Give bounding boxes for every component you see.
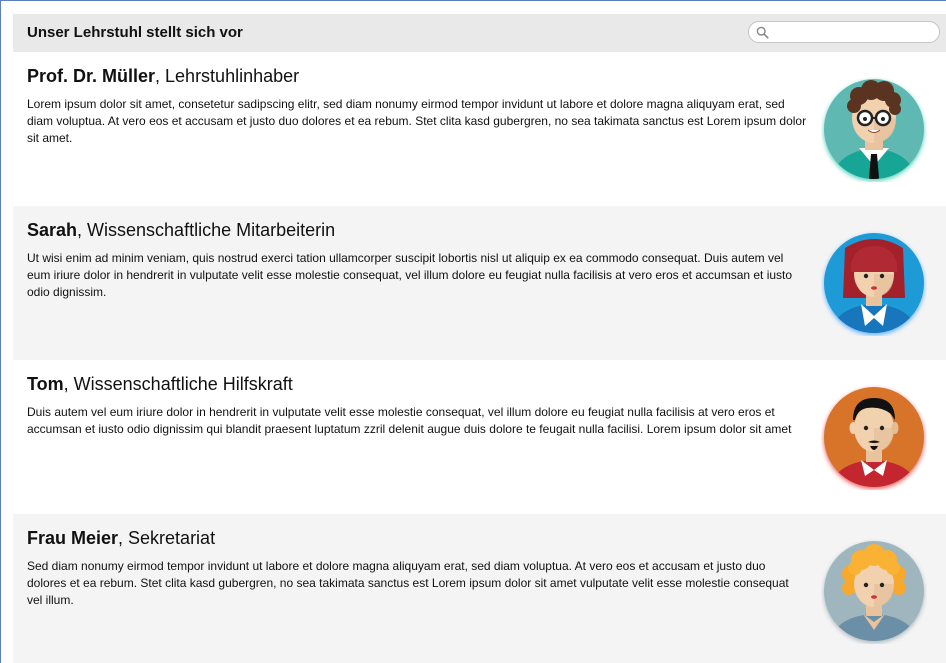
person-name: Prof. Dr. Müller — [27, 66, 156, 86]
person-row-mueller: Prof. Dr. Müller, Lehrstuhlinhaber Lorem… — [13, 52, 946, 206]
person-row-tom: Tom, Wissenschaftliche Hilfskraft Duis a… — [13, 360, 946, 514]
professor-avatar-icon — [824, 79, 924, 181]
person-description: Sed diam nonumy eirmod tempor invidunt u… — [27, 559, 789, 607]
person-description: Duis autem vel eum iriure dolor in hendr… — [27, 405, 792, 436]
page-title: Unser Lehrstuhl stellt sich vor — [27, 24, 243, 41]
search-icon — [756, 26, 769, 39]
person-role: , Lehrstuhlinhaber — [155, 66, 300, 86]
woman-avatar-icon — [824, 233, 924, 335]
page-frame: Unser Lehrstuhl stellt sich vor Prof. Dr… — [0, 0, 946, 663]
person-name: Sarah — [27, 220, 78, 240]
person-row-sarah: Sarah, Wissenschaftliche Mitarbeiterin U… — [13, 206, 946, 360]
person-description: Lorem ipsum dolor sit amet, consetetur s… — [27, 97, 807, 145]
person-row-meier: Frau Meier, Sekretariat Sed diam nonumy … — [13, 514, 946, 663]
secretary-avatar-icon — [824, 541, 924, 643]
person-name: Tom — [27, 374, 64, 394]
page-header: Unser Lehrstuhl stellt sich vor — [13, 14, 946, 52]
person-heading: Sarah, Wissenschaftliche Mitarbeiterin — [27, 220, 335, 241]
person-name: Frau Meier — [27, 528, 119, 548]
person-heading: Tom, Wissenschaftliche Hilfskraft — [27, 374, 293, 395]
person-heading: Prof. Dr. Müller, Lehrstuhlinhaber — [27, 66, 299, 87]
person-heading: Frau Meier, Sekretariat — [27, 528, 215, 549]
person-role: , Wissenschaftliche Hilfskraft — [63, 374, 293, 394]
person-role: , Wissenschaftliche Mitarbeiterin — [77, 220, 336, 240]
man-avatar-icon — [824, 387, 924, 489]
person-role: , Sekretariat — [118, 528, 216, 548]
person-description: Ut wisi enim ad minim veniam, quis nostr… — [27, 251, 793, 299]
search-box[interactable] — [748, 21, 940, 43]
search-input[interactable] — [773, 24, 937, 42]
